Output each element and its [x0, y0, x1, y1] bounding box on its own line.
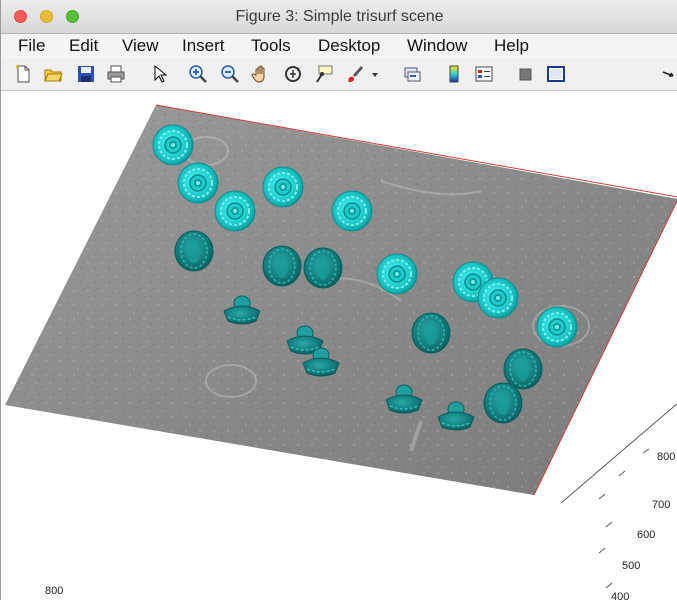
save-icon[interactable] — [75, 63, 97, 85]
trisurf-object[interactable] — [152, 124, 194, 166]
rotate-3d-icon[interactable] — [282, 63, 304, 85]
trisurf-object[interactable] — [331, 190, 373, 232]
tick-label: 500 — [622, 560, 641, 572]
trisurf-object[interactable] — [483, 382, 523, 424]
tick-label: 600 — [637, 529, 656, 541]
zoom-in-icon[interactable] — [187, 63, 209, 85]
tick-label: 800 — [657, 451, 676, 463]
trisurf-object[interactable] — [214, 190, 256, 232]
trisurf-object[interactable] — [477, 277, 519, 319]
dock-arrow-icon[interactable] — [661, 63, 677, 85]
figure-window: Figure 3: Simple trisurf scene File Edit… — [0, 0, 677, 600]
edit-plot-arrow-icon[interactable] — [148, 63, 170, 85]
trisurf-object[interactable] — [262, 166, 304, 208]
new-figure-icon[interactable] — [12, 63, 34, 85]
menu-window[interactable]: Window — [407, 36, 467, 56]
menu-file[interactable]: File — [18, 36, 45, 56]
trisurf-object[interactable] — [262, 245, 302, 287]
menu-edit[interactable]: Edit — [69, 36, 98, 56]
data-cursor-icon[interactable] — [313, 63, 335, 85]
zoom-out-icon[interactable] — [219, 63, 241, 85]
menu-bar: File Edit View Insert Tools Desktop Wind… — [1, 34, 677, 58]
menu-tools[interactable]: Tools — [251, 36, 291, 56]
print-icon[interactable] — [105, 63, 127, 85]
menu-desktop[interactable]: Desktop — [318, 36, 380, 56]
colorbar-icon[interactable] — [443, 63, 465, 85]
hide-plot-tools-icon[interactable] — [515, 63, 537, 85]
axes-area[interactable]: 800 700 600 500 400 800 — [1, 91, 677, 600]
trisurf-object[interactable] — [174, 230, 214, 272]
title-bar: Figure 3: Simple trisurf scene — [1, 0, 677, 34]
trisurf-object[interactable] — [376, 253, 418, 295]
menu-help[interactable]: Help — [494, 36, 529, 56]
pan-hand-icon[interactable] — [250, 63, 272, 85]
menu-insert[interactable]: Insert — [182, 36, 225, 56]
trisurf-object[interactable] — [303, 247, 343, 289]
legend-icon[interactable] — [473, 63, 495, 85]
axes-canvas[interactable] — [1, 91, 677, 600]
brush-icon[interactable] — [344, 63, 366, 85]
link-plot-icon[interactable] — [401, 63, 423, 85]
tick-label: 800 — [45, 585, 64, 597]
show-plot-tools-icon[interactable] — [545, 63, 567, 85]
tick-label: 400 — [611, 591, 630, 600]
brush-dropdown-icon[interactable] — [369, 63, 381, 85]
menu-view[interactable]: View — [122, 36, 159, 56]
open-file-icon[interactable] — [42, 63, 64, 85]
window-title: Figure 3: Simple trisurf scene — [235, 8, 444, 25]
figure-toolbar — [1, 58, 677, 91]
tick-label: 700 — [652, 499, 671, 511]
trisurf-object[interactable] — [177, 162, 219, 204]
trisurf-object[interactable] — [503, 348, 543, 390]
trisurf-object[interactable] — [536, 306, 578, 348]
trisurf-object[interactable] — [411, 312, 451, 354]
